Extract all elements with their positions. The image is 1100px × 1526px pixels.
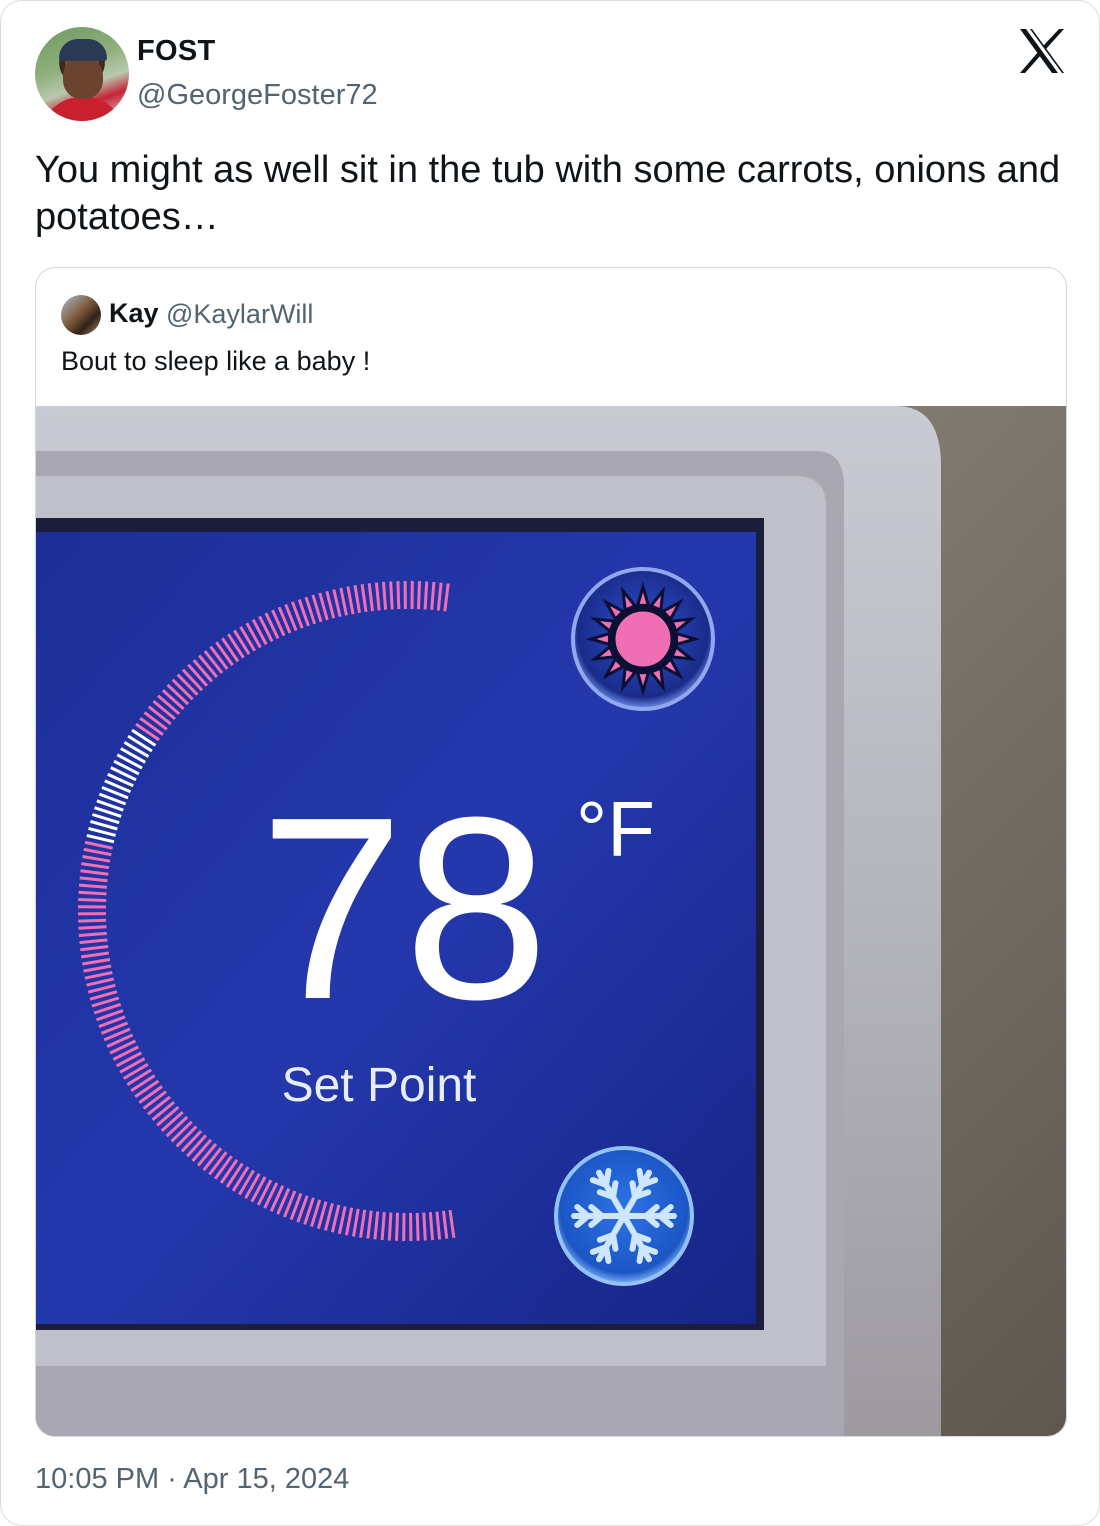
tweet-card: FOST @GeorgeFoster72 You might as well s… bbox=[0, 0, 1100, 1526]
tweet-timestamp[interactable]: 10:05 PM · Apr 15, 2024 bbox=[35, 1463, 349, 1496]
quoted-author-name[interactable]: Kay bbox=[109, 298, 159, 329]
sun-icon bbox=[585, 581, 701, 697]
author-handle[interactable]: @GeorgeFoster72 bbox=[137, 79, 378, 112]
heat-mode-button[interactable] bbox=[571, 567, 715, 711]
quoted-tweet-text: Bout to sleep like a baby ! bbox=[61, 346, 371, 376]
set-point-label: Set Point bbox=[282, 1059, 477, 1112]
temperature-unit: °F bbox=[576, 785, 655, 873]
quoted-tweet[interactable]: Kay @KaylarWill Bout to sleep like a bab… bbox=[35, 267, 1067, 1437]
x-logo-icon[interactable] bbox=[1017, 27, 1067, 75]
quoted-author-handle[interactable]: @KaylarWill bbox=[166, 299, 313, 330]
cool-mode-button[interactable] bbox=[554, 1146, 694, 1286]
thermostat-photo[interactable]: 78 °F Set Point bbox=[36, 406, 1066, 1436]
temperature-value: 78 bbox=[259, 764, 548, 1054]
quoted-author-avatar[interactable] bbox=[61, 295, 101, 335]
author-avatar[interactable] bbox=[35, 27, 129, 121]
author-display-name[interactable]: FOST bbox=[137, 35, 216, 68]
tweet-text: You might as well sit in the tub with so… bbox=[35, 149, 1061, 238]
